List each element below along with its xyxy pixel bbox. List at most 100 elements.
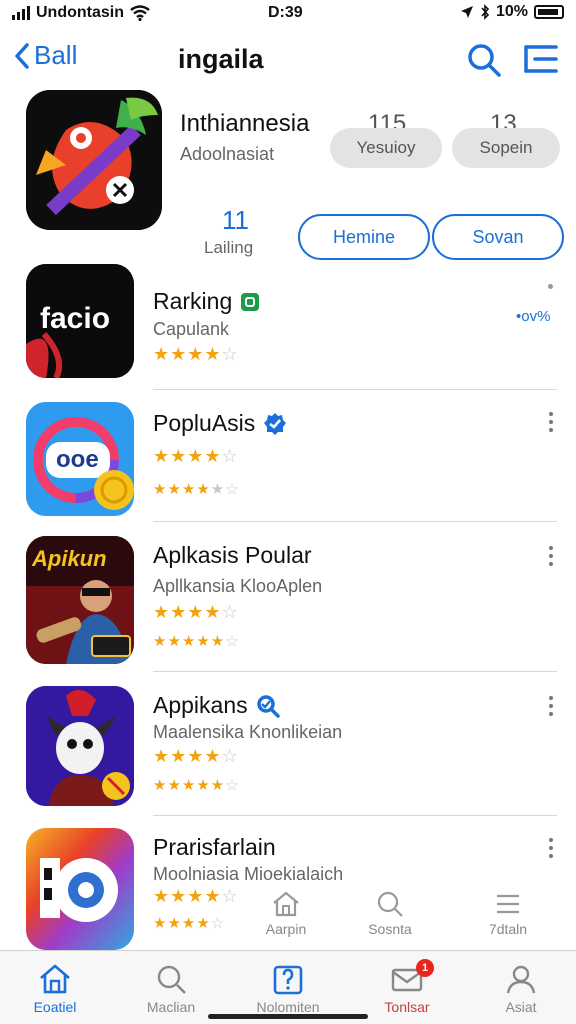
profile-icon [506,965,536,994]
app-icon [26,686,134,806]
back-label: Ball [34,40,78,70]
search-icon [377,891,403,917]
app-title: Appikans [153,692,248,718]
star-rating: ★★★★☆ [153,344,239,364]
notification-icon [273,965,303,995]
divider [153,815,557,816]
star-rating-secondary: ★★★★☆ [153,915,226,932]
star-rating: ★★★★☆ [153,602,239,622]
hemine-button[interactable]: Hemine [298,214,430,260]
search-icon[interactable] [466,42,502,78]
star-rating: ★★★★☆ [153,886,239,906]
home-icon [40,964,70,994]
app-title-row: Aplkasis Poular [153,542,312,569]
featured-app-name: Inthiannesia [180,110,310,137]
list-icon[interactable] [524,44,558,74]
featured-app-subtitle: Adoolnasiat [180,144,275,164]
star-rating: ★★★★☆ [153,746,239,766]
tab-label: Nolomiten [256,999,320,1015]
tab-messages[interactable]: 1 Tonlsar [352,959,462,1015]
app-subtitle: Maalensika Knonlikeian [153,722,343,742]
tab-notifications[interactable]: Nolomiten [233,963,343,1015]
battery-icon [534,5,564,19]
star-rating-secondary: ★★★★★☆ [153,633,240,650]
dot-icon [548,284,553,289]
app-icon-text: Apikun [32,546,107,571]
home-indicator [208,1014,368,1019]
app-icon-text: facio [40,302,111,335]
featured-app-icon[interactable] [26,90,162,230]
tab-label: Asiat [505,999,537,1015]
tab-label: Tonlsar [384,999,430,1015]
chevron-left-icon [15,42,29,69]
star-rating-secondary: ★★★★★☆ [153,777,240,794]
rank-label: Lailing [204,238,254,257]
app-icon: facio [26,264,134,378]
app-list-item[interactable]: Apikun Aplkasis Poular Apllkansia KlooAp… [0,536,576,666]
app-icon: ooe [26,402,134,516]
verified-icon [264,412,287,435]
app-title: Rarking [153,288,233,314]
app-subtitle: Capulank [153,319,230,339]
status-left: Undontasin [12,4,150,22]
status-time: D:39 [268,4,303,21]
featured-art [26,90,162,230]
app-title-row: Rarking [153,288,260,315]
app-list-item[interactable]: Appikans Maalensika Knonlikeian ★★★★☆ ★★… [0,686,576,816]
battery-percent: 10% [495,3,528,20]
app-icon [26,828,134,950]
tab-search[interactable]: Maclian [116,963,226,1015]
status-right: 10% [460,3,564,21]
mini-tab-label: 7dtaln [488,921,528,937]
sovan-button[interactable]: Sovan [432,214,564,260]
status-bar: Undontasin D:39 10% [0,0,576,26]
app-title-row: Prarisfarlain [153,834,276,861]
page-title: ingaila [178,44,264,74]
app-subtitle: Apllkansia KlooAplen [153,576,323,596]
app-trailing-value: •ov% [516,308,551,325]
carrier-name: Undontasin [36,4,124,21]
mini-tab-home[interactable]: Aarpin [246,890,326,937]
app-list-item[interactable]: ooe PopluAsis ★★★★☆ ★★★★★☆ [0,402,576,532]
stat-pill-1[interactable]: Yesuioy [330,128,442,168]
divider [153,389,557,390]
mini-tab-list[interactable]: 7dtaln [468,890,548,937]
tab-bar: Eoatiel Maclian Nolomiten 1 Tonlsar Asia… [0,950,576,1024]
app-list-item[interactable]: facio Rarking Capulank ★★★★☆ •ov% [0,264,576,394]
verified-icon [256,694,280,718]
tab-profile[interactable]: Asiat [466,963,576,1015]
search-icon [157,965,186,994]
signal-icon [12,6,30,20]
app-title: Aplkasis Poular [153,542,312,568]
more-options-icon[interactable] [544,838,558,858]
divider [153,671,557,672]
star-rating-secondary: ★★★★★☆ [153,481,240,498]
more-options-icon[interactable] [544,696,558,716]
app-title: PopluAsis [153,410,256,436]
app-subtitle: Moolniasia Mioekialaich [153,864,344,884]
rank-value: 11 [222,205,249,235]
tab-home[interactable]: Eoatiel [0,963,110,1015]
mini-tab-label: Aarpin [265,921,307,937]
stat-pill-2[interactable]: Sopein [452,128,560,168]
wifi-icon [130,5,150,21]
app-title: Prarisfarlain [153,834,276,860]
list-icon [497,894,519,914]
star-rating: ★★★★☆ [153,446,239,466]
app-icon-text: ooe [56,446,99,473]
app-title-row: Appikans [153,692,280,719]
more-options-icon[interactable] [544,546,558,566]
back-button[interactable]: Ball [14,40,77,71]
app-title-row: PopluAsis [153,410,287,437]
mini-tab-label: Sosnta [368,921,412,937]
app-icon: Apikun [26,536,134,664]
app-icon-art [26,828,134,950]
location-icon [460,6,473,18]
green-badge-icon [241,292,260,311]
more-options-icon[interactable] [544,412,558,432]
tab-label: Eoatiel [33,999,77,1015]
notification-badge: 1 [416,959,434,977]
mini-tab-search[interactable]: Sosnta [350,890,430,937]
app-icon-art [26,686,134,806]
house-icon [273,891,299,917]
